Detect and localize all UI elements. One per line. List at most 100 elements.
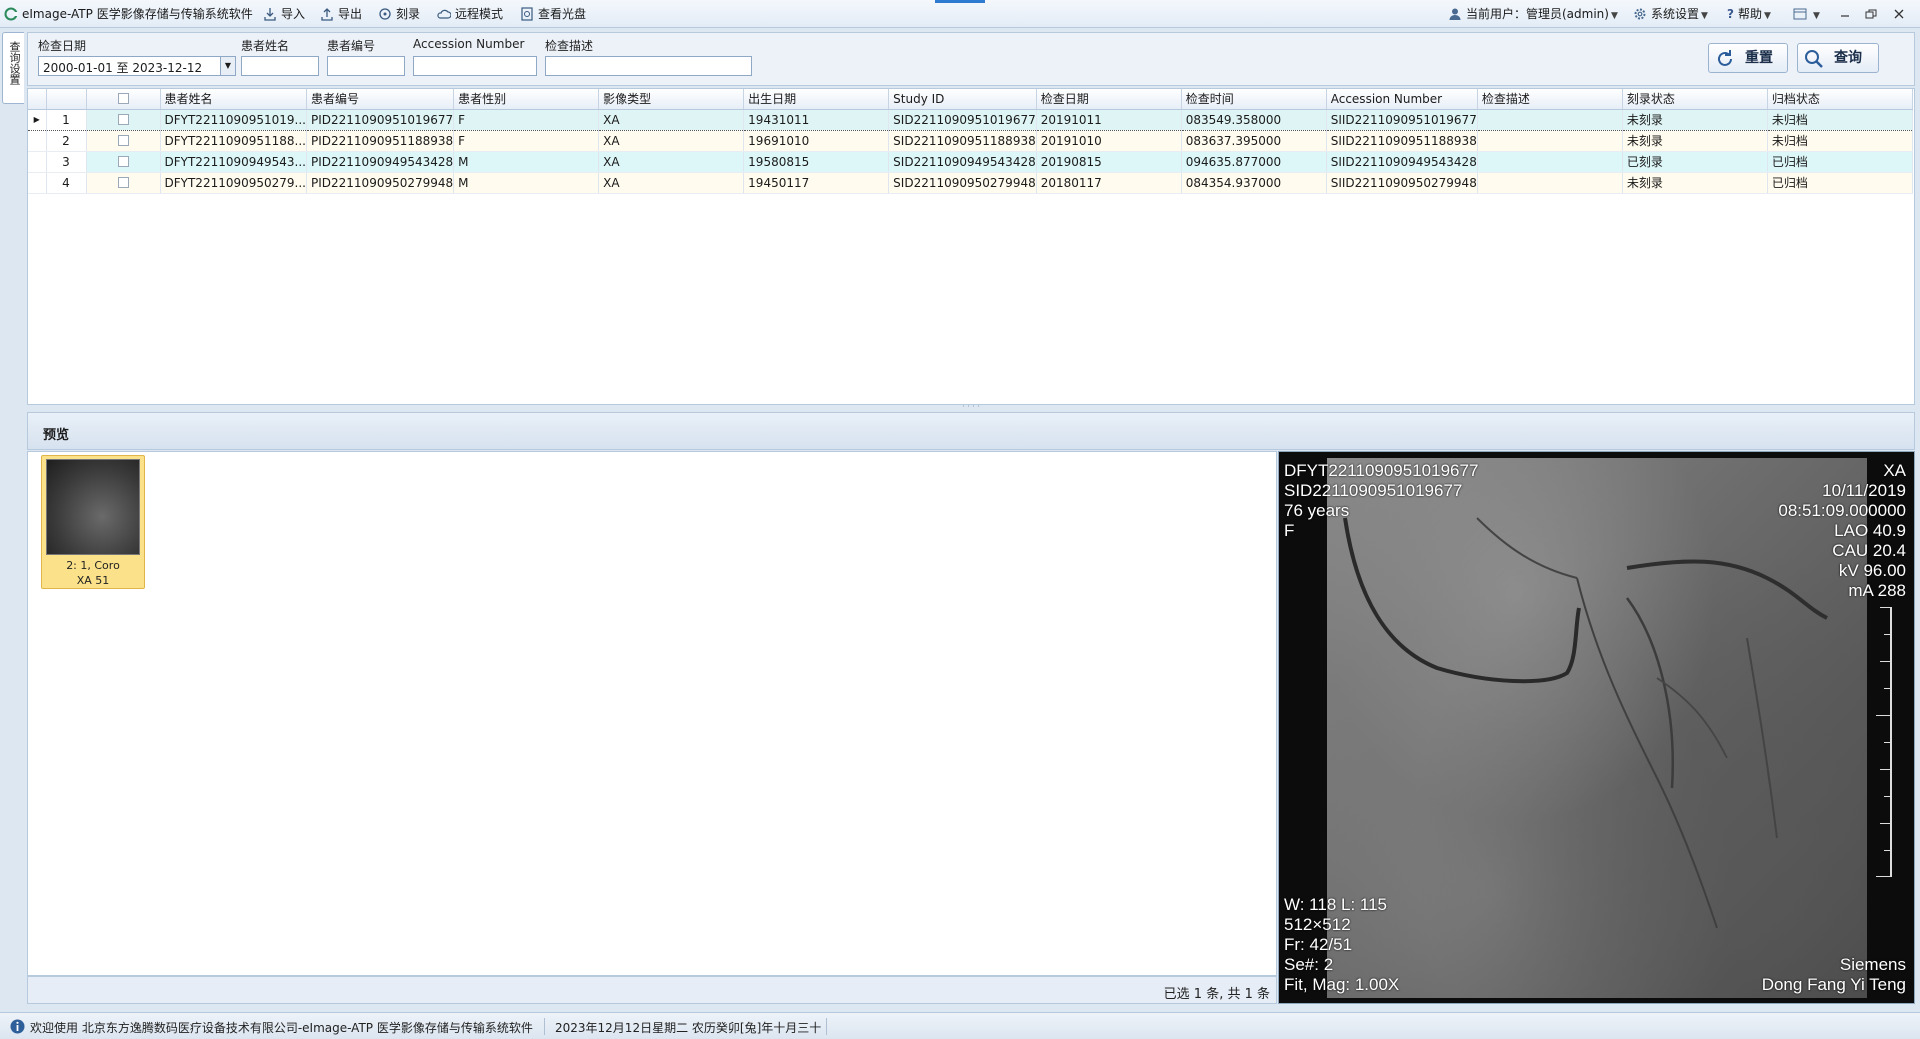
query-button[interactable]: 查询 [1797, 43, 1879, 73]
col-header-desc[interactable]: 检查描述 [1477, 89, 1623, 110]
col-header-sex[interactable]: 患者性别 [453, 89, 600, 110]
scale-ruler [1868, 607, 1892, 877]
study-grid: 患者姓名 患者编号 患者性别 影像类型 出生日期 Study ID 检查日期 检… [27, 88, 1915, 405]
cell-date: 20190815 [1036, 151, 1182, 173]
user-icon [1449, 8, 1461, 20]
overlay-fit-mag: Fit, Mag: 1.00X [1284, 975, 1400, 994]
overlay-lao: LAO 40.9 [1834, 521, 1906, 540]
disc-icon [521, 7, 533, 21]
status-divider [826, 1018, 827, 1035]
row-checkbox[interactable] [86, 151, 161, 173]
col-header-accession[interactable]: Accession Number [1326, 89, 1478, 110]
splitter-handle[interactable]: · · · · [27, 403, 1915, 411]
patient-name-input[interactable] [241, 56, 319, 76]
view-disc-menu[interactable]: 查看光盘 [520, 5, 586, 23]
select-all-checkbox[interactable] [86, 89, 161, 110]
table-row[interactable]: ▶ 1 DFYT2211090951019... PID221109095101… [28, 108, 1913, 131]
current-user-menu[interactable]: 当前用户：管理员(admin) ▼ [1448, 5, 1618, 23]
chevron-down-icon[interactable]: ▼ [220, 57, 235, 75]
export-menu[interactable]: 导出 [320, 5, 362, 23]
exam-desc-input[interactable] [545, 56, 752, 76]
patient-name-label: 患者姓名 [241, 39, 290, 53]
cloud-icon [437, 9, 451, 19]
row-indicator-icon: ▶ [28, 108, 47, 131]
table-row[interactable]: 3 DFYT2211090949543... PID22110909495434… [28, 151, 1913, 173]
cell-archive: 已归档 [1767, 172, 1913, 194]
import-menu[interactable]: 导入 [263, 5, 305, 23]
close-button[interactable] [1892, 5, 1910, 23]
cell-time: 083637.395000 [1181, 130, 1327, 152]
chevron-down-icon: ▼ [1763, 11, 1771, 21]
table-row[interactable]: 2 DFYT2211090951188... PID22110909511889… [28, 130, 1913, 152]
col-header-pid[interactable]: 患者编号 [306, 89, 455, 110]
reset-button[interactable]: 重置 [1708, 43, 1788, 73]
cell-time: 083549.358000 [1181, 108, 1327, 131]
row-number: 2 [46, 130, 87, 152]
overlay-study-id: SID2211090951019677 [1284, 481, 1463, 500]
col-header-name[interactable]: 患者姓名 [160, 89, 307, 110]
cell-pid: PID2211090950279948 [306, 172, 455, 194]
active-indicator [935, 0, 985, 3]
cell-modality: XA [598, 108, 745, 131]
burn-menu[interactable]: 刻录 [378, 5, 420, 23]
grid-header-row: 患者姓名 患者编号 患者性别 影像类型 出生日期 Study ID 检查日期 检… [28, 89, 1913, 110]
patient-id-label: 患者编号 [327, 39, 376, 53]
cell-desc [1477, 172, 1623, 194]
accession-number-label: Accession Number [413, 37, 525, 51]
cell-pid: PID2211090951019677 [306, 108, 455, 131]
row-checkbox[interactable] [86, 172, 161, 194]
cell-modality: XA [598, 151, 745, 173]
side-tab-query-settings[interactable]: 查询设置 [2, 32, 24, 104]
cell-burn: 已刻录 [1622, 151, 1768, 173]
col-header-archive[interactable]: 归档状态 [1767, 89, 1913, 110]
overlay-cau: CAU 20.4 [1832, 541, 1906, 560]
cell-accession: SIID2211090951019677 [1326, 108, 1478, 131]
system-settings-menu[interactable]: 系统设置 ▼ [1633, 5, 1708, 23]
gear-icon [1634, 8, 1646, 20]
export-icon [321, 8, 333, 21]
col-header-birth[interactable]: 出生日期 [743, 89, 890, 110]
col-header-burn[interactable]: 刻录状态 [1622, 89, 1768, 110]
close-icon [1894, 9, 1904, 19]
layout-icon [1793, 8, 1807, 20]
overlay-series: Se#: 2 [1284, 955, 1334, 974]
col-header-study-id[interactable]: Study ID [888, 89, 1037, 110]
xray-image [1327, 458, 1867, 998]
row-checkbox[interactable] [86, 130, 161, 152]
image-viewer[interactable]: DFYT2211090951019677 SID2211090951019677… [1278, 451, 1915, 1004]
row-checkbox[interactable] [86, 108, 161, 131]
thumbnail-area [27, 451, 1277, 976]
cell-study-id: SID2211090949543428 [888, 151, 1037, 173]
accession-number-input[interactable] [413, 56, 537, 76]
col-header-modality[interactable]: 影像类型 [598, 89, 745, 110]
overlay-frame: Fr: 42/51 [1284, 935, 1353, 954]
overlay-window-level: W: 118 L: 115 [1284, 895, 1388, 914]
minimize-button[interactable] [1838, 5, 1856, 23]
grid-header-indicator [28, 89, 47, 110]
cell-date: 20191010 [1036, 130, 1182, 152]
col-header-date[interactable]: 检查日期 [1036, 89, 1182, 110]
series-thumbnail[interactable]: 2: 1, Coro XA 51 [41, 455, 145, 589]
cell-burn: 未刻录 [1622, 130, 1768, 152]
row-number: 1 [46, 108, 87, 131]
cell-modality: XA [598, 172, 745, 194]
preview-header: 预览 [27, 412, 1915, 450]
patient-id-input[interactable] [327, 56, 405, 76]
menu-bar: eImage-ATP 医学影像存储与传输系统软件 导入 导出 刻录 远程模式 查… [0, 0, 1920, 28]
cell-study-id: SID2211090951188938 [888, 130, 1037, 152]
cell-birth: 19580815 [743, 151, 890, 173]
layout-menu[interactable]: ▼ [1793, 5, 1820, 23]
restore-button[interactable] [1864, 5, 1882, 23]
overlay-date: 10/11/2019 [1822, 481, 1906, 500]
help-menu[interactable]: ? 帮助 ▼ [1727, 5, 1771, 23]
table-row[interactable]: 4 DFYT2211090950279... PID22110909502799… [28, 172, 1913, 194]
date-range-combo[interactable]: 2000-01-01 至 2023-12-12 ▼ [38, 56, 236, 76]
cell-date: 20180117 [1036, 172, 1182, 194]
checkbox-icon [117, 92, 129, 104]
remote-mode-menu[interactable]: 远程模式 [437, 5, 503, 23]
restore-icon [1865, 9, 1877, 19]
cell-archive: 未归档 [1767, 130, 1913, 152]
search-panel: 检查日期 2000-01-01 至 2023-12-12 ▼ 患者姓名 患者编号… [27, 32, 1915, 86]
cell-birth: 19431011 [743, 108, 890, 131]
col-header-time[interactable]: 检查时间 [1181, 89, 1327, 110]
